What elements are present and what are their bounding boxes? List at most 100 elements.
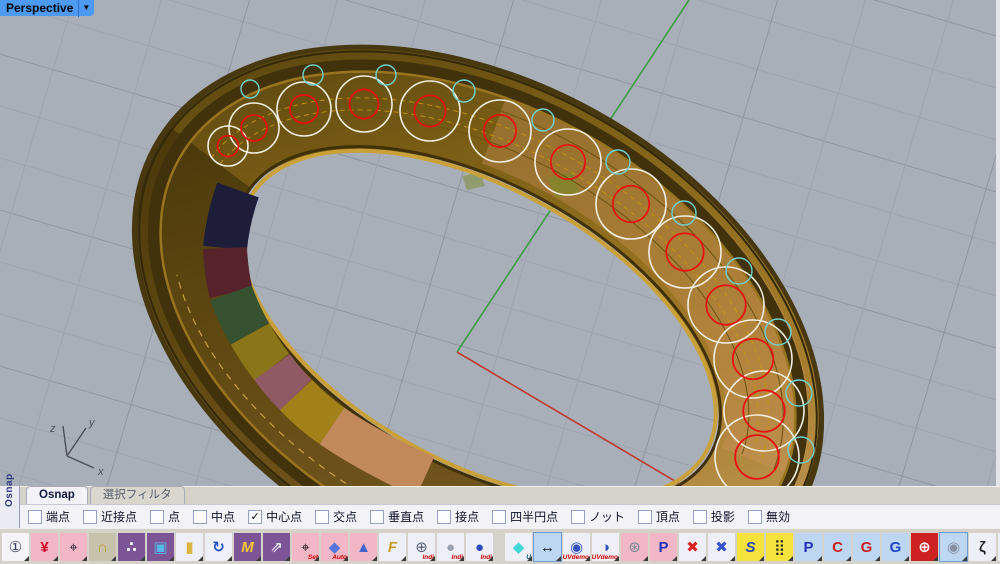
points-c-glyph: C <box>832 540 843 555</box>
osnap-item-無効[interactable]: 無効 <box>748 508 790 525</box>
box-f-icon[interactable]: F <box>379 533 406 561</box>
sphere-indi-blue-icon[interactable]: ●Indi <box>466 533 493 561</box>
osnap-item-垂直点[interactable]: 垂直点 <box>370 508 424 525</box>
gold-cylinder-glyph: ▮ <box>185 540 193 555</box>
three-gems-icon[interactable]: ∴ <box>118 533 145 561</box>
viewport-title: Perspective <box>0 0 78 17</box>
stretch-points-red-glyph: ✖ <box>686 540 699 555</box>
checkbox[interactable] <box>748 510 762 524</box>
osnap-item-中点[interactable]: 中点 <box>193 508 235 525</box>
checkbox[interactable] <box>28 510 42 524</box>
axis-gnomon-labels: z y x <box>49 417 104 478</box>
uv-demo-2-icon[interactable]: ◑UVdemo <box>592 533 619 561</box>
checkbox[interactable] <box>315 510 329 524</box>
three-gems-glyph: ∴ <box>126 540 136 555</box>
checkbox[interactable] <box>370 510 384 524</box>
dimension-icon[interactable]: ↔ <box>534 533 561 561</box>
osnap-item-頂点[interactable]: 頂点 <box>638 508 680 525</box>
auto-gems-glyph: ◆ <box>329 540 341 555</box>
curve-point-edit-glyph: ⌖ <box>69 540 77 555</box>
points-c-icon[interactable]: C <box>824 533 851 561</box>
checkbox[interactable] <box>83 510 97 524</box>
control-point-grid-glyph: ⣿ <box>774 540 785 555</box>
rotate-g-icon[interactable]: G <box>853 533 880 561</box>
cube-m-icon[interactable]: M <box>234 533 261 561</box>
osnap-label: 点 <box>168 508 180 525</box>
sphere-points-icon[interactable]: ◉ <box>940 533 967 561</box>
gold-cylinder-icon[interactable]: ▮ <box>176 533 203 561</box>
osnap-item-四半円点[interactable]: 四半円点 <box>492 508 558 525</box>
mesh-sphere-glyph: ⊛ <box>628 540 641 555</box>
auto-gems-icon[interactable]: ◆Auto <box>321 533 348 561</box>
rotate-dimension-glyph: ↻ <box>212 540 225 555</box>
checkbox[interactable]: ✓ <box>248 510 262 524</box>
cylinders-icon[interactable]: ▣ <box>147 533 174 561</box>
osnap-item-投影[interactable]: 投影 <box>693 508 735 525</box>
osnap-item-近接点[interactable]: 近接点 <box>83 508 137 525</box>
checkbox[interactable] <box>638 510 652 524</box>
rotate-dimension-icon[interactable]: ↻ <box>205 533 232 561</box>
osnap-label: 近接点 <box>101 508 137 525</box>
stretch-points-red-icon[interactable]: ✖ <box>679 533 706 561</box>
chevron-down-icon[interactable]: ▼ <box>78 0 94 17</box>
pipe-p-icon[interactable]: P <box>650 533 677 561</box>
osnap-panel: Osnap Osnap選択フィルタ 端点近接点点中点✓中心点交点垂直点接点四半円… <box>0 486 1000 528</box>
move-points-blue-glyph: ✖ <box>715 540 728 555</box>
checkbox[interactable] <box>193 510 207 524</box>
points-p-icon[interactable]: P <box>795 533 822 561</box>
move-points-blue-icon[interactable]: ✖ <box>708 533 735 561</box>
count-points-icon[interactable]: ① <box>2 533 29 561</box>
yen-gold-price-icon[interactable]: ¥ <box>31 533 58 561</box>
tab-選択フィルタ[interactable]: 選択フィルタ <box>90 486 185 504</box>
checkbox[interactable] <box>571 510 585 524</box>
perspective-viewport[interactable]: z y x Perspective ▼ <box>0 0 1000 486</box>
move-g-icon[interactable]: G <box>882 533 909 561</box>
osnap-item-点[interactable]: 点 <box>150 508 180 525</box>
osnap-label: 無効 <box>766 508 790 525</box>
checkbox[interactable] <box>492 510 506 524</box>
viewport-title-dropdown[interactable]: Perspective ▼ <box>0 0 94 16</box>
osnap-side-tab[interactable]: Osnap <box>0 486 20 528</box>
rhino-app-window: { "viewport": { "label": "Perspective", … <box>0 0 1000 564</box>
axis-y-label: y <box>88 417 96 429</box>
uv-demo-1-glyph: ◉ <box>570 540 583 555</box>
osnap-side-tab-label: Osnap <box>4 473 15 507</box>
s-curve-icon[interactable]: S <box>737 533 764 561</box>
uv-demo-1-icon[interactable]: ◉UVdemo <box>563 533 590 561</box>
osnap-label: 頂点 <box>656 508 680 525</box>
checkbox[interactable] <box>437 510 451 524</box>
cube-u-icon[interactable]: ◆U <box>505 533 532 561</box>
control-point-grid-icon[interactable]: ⣿ <box>766 533 793 561</box>
red-target-icon[interactable]: ⊕ <box>911 533 938 561</box>
osnap-label: 交点 <box>333 508 357 525</box>
sphere-points-glyph: ◉ <box>947 540 960 555</box>
uv-demo-2-glyph: ◑ <box>601 540 610 555</box>
osnap-item-接点[interactable]: 接点 <box>437 508 479 525</box>
curve-points-icon[interactable]: ζ <box>969 533 996 561</box>
osnap-label: 端点 <box>46 508 70 525</box>
mesh-sphere-icon[interactable]: ⊛ <box>621 533 648 561</box>
globe-indi-icon[interactable]: ⊕Indi <box>408 533 435 561</box>
sphere-indi-gray-icon[interactable]: ●Indi <box>437 533 464 561</box>
osnap-item-交点[interactable]: 交点 <box>315 508 357 525</box>
ring-model[interactable] <box>39 0 917 486</box>
checkbox[interactable] <box>693 510 707 524</box>
curve-point-edit-icon[interactable]: ⌖ <box>60 533 87 561</box>
sphere-indi-blue-glyph: ● <box>475 540 484 555</box>
move-rectangle-icon[interactable]: ⇗ <box>263 533 290 561</box>
move-rectangle-glyph: ⇗ <box>270 540 283 555</box>
tab-Osnap[interactable]: Osnap <box>26 486 88 504</box>
checkbox[interactable] <box>150 510 164 524</box>
ring-band-icon[interactable]: ∩ <box>89 533 116 561</box>
sphere-indi-gray-glyph: ● <box>446 540 455 555</box>
cplane-x-axis-line <box>457 352 685 486</box>
dimension-glyph: ↔ <box>540 540 555 555</box>
pyramid-icon[interactable]: ▲ <box>350 533 377 561</box>
axis-gnomon <box>63 426 94 468</box>
osnap-item-中心点[interactable]: ✓中心点 <box>248 508 302 525</box>
set-point-icon[interactable]: ⌖Set <box>292 533 319 561</box>
viewport-canvas[interactable]: z y x <box>0 0 996 486</box>
count-points-glyph: ① <box>9 540 22 555</box>
osnap-item-端点[interactable]: 端点 <box>28 508 70 525</box>
osnap-item-ノット[interactable]: ノット <box>571 508 625 525</box>
